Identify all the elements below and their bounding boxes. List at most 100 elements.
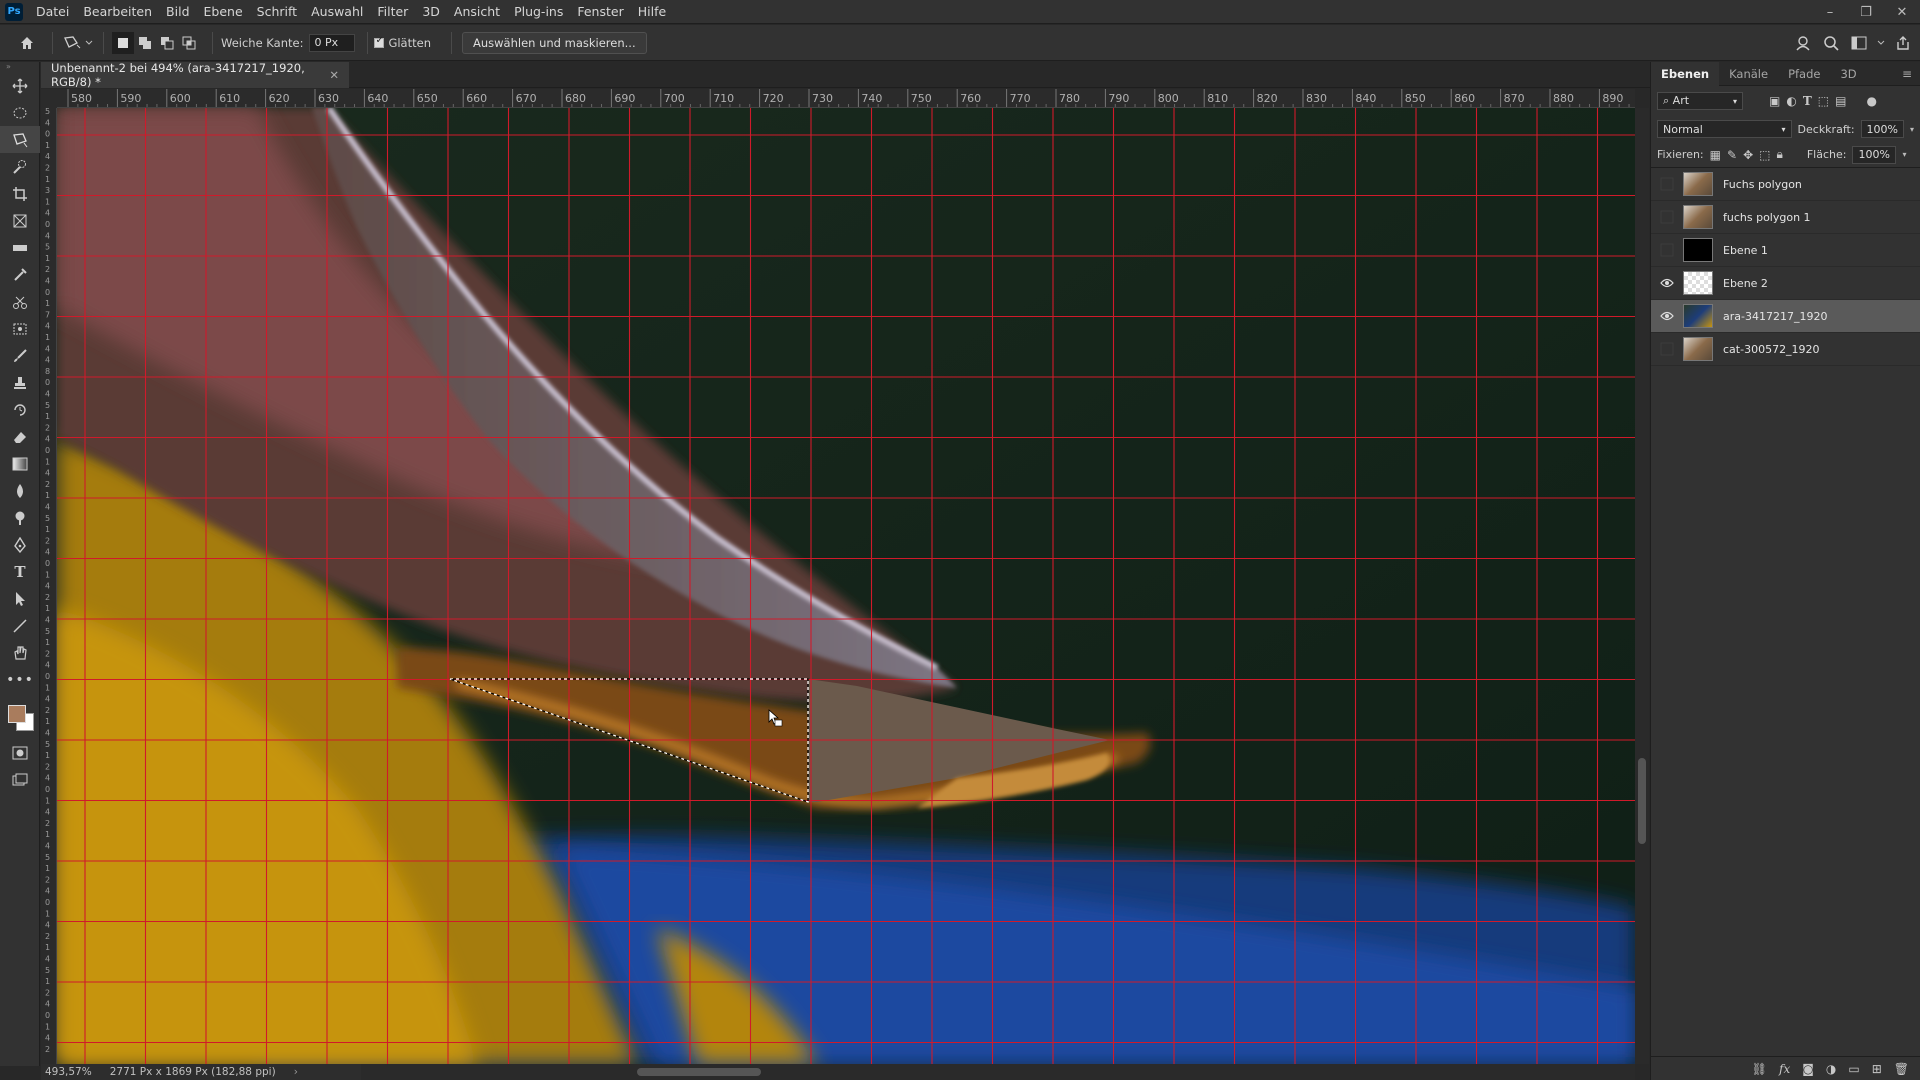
horizontal-scroll-thumb[interactable] (637, 1068, 761, 1076)
new-layer-icon[interactable]: ⊞ (1872, 1062, 1882, 1076)
tab-paths[interactable]: Pfade (1778, 62, 1830, 86)
chevron-down-icon[interactable] (1876, 32, 1886, 54)
eraser-tool-icon[interactable] (0, 423, 40, 450)
lock-pixels-icon[interactable]: ✎ (1727, 148, 1737, 162)
menu-filter[interactable]: Filter (370, 0, 415, 24)
add-mask-icon[interactable]: ◙ (1802, 1062, 1814, 1076)
healing-brush-tool-icon[interactable] (0, 288, 40, 315)
blur-tool-icon[interactable] (0, 477, 40, 504)
menu-auswahl[interactable]: Auswahl (304, 0, 370, 24)
filter-smart-object-icon[interactable]: ▤ (1835, 94, 1846, 108)
more-tools-icon[interactable]: ••• (0, 666, 40, 693)
restore-icon[interactable]: ❐ (1848, 0, 1884, 24)
history-brush-tool-icon[interactable] (0, 396, 40, 423)
layer-filter-select[interactable]: ⌕ Art ▾ (1657, 92, 1743, 110)
eye-hidden-icon[interactable] (1659, 209, 1675, 225)
filter-adjustment-icon[interactable]: ◐ (1786, 94, 1796, 108)
ruler-tool-icon[interactable] (0, 234, 40, 261)
layer-row[interactable]: cat-300572_1920 (1651, 333, 1920, 366)
menu-fenster[interactable]: Fenster (570, 0, 630, 24)
polygonal-lasso-preset-icon[interactable] (61, 32, 83, 54)
lock-transparency-icon[interactable]: ▦ (1710, 148, 1721, 162)
type-tool-icon[interactable]: T (0, 558, 40, 585)
patch-tool-icon[interactable] (0, 315, 40, 342)
zoom-level[interactable]: 493,57% (45, 1066, 92, 1078)
menu-bild[interactable]: Bild (159, 0, 196, 24)
color-swatches[interactable] (0, 693, 40, 739)
menu-3d[interactable]: 3D (415, 0, 447, 24)
brush-tool-icon[interactable] (0, 342, 40, 369)
polygonal-lasso-tool-icon[interactable] (0, 126, 40, 153)
menu-datei[interactable]: Datei (29, 0, 76, 24)
eye-hidden-icon[interactable] (1659, 341, 1675, 357)
clone-stamp-tool-icon[interactable] (0, 369, 40, 396)
menu-hilfe[interactable]: Hilfe (631, 0, 673, 24)
antialias-checkbox[interactable] (374, 35, 385, 48)
eye-icon[interactable] (1659, 308, 1675, 324)
quick-mask-icon[interactable] (0, 739, 40, 766)
filter-pixel-icon[interactable]: ▣ (1769, 94, 1780, 108)
link-layers-icon[interactable]: ⛓︎ (1752, 1062, 1767, 1076)
close-tab-icon[interactable]: ✕ (329, 68, 339, 82)
collapse-handle-icon[interactable]: » (0, 62, 39, 72)
select-and-mask-button[interactable]: Auswählen und maskieren... (462, 31, 647, 54)
subtract-selection-icon[interactable] (156, 32, 178, 54)
layer-row[interactable]: Ebene 2 (1651, 267, 1920, 300)
add-selection-icon[interactable] (134, 32, 156, 54)
blend-mode-select[interactable]: Normal ▾ (1657, 120, 1792, 138)
chevron-down-icon[interactable] (83, 32, 95, 54)
new-group-icon[interactable]: ▭ (1848, 1062, 1859, 1076)
status-arrow-icon[interactable]: › (294, 1066, 298, 1078)
opacity-input[interactable]: 100% (1860, 120, 1904, 138)
menu-plug-ins[interactable]: Plug-ins (507, 0, 570, 24)
layer-row[interactable]: ara-3417217_1920 (1651, 300, 1920, 333)
eye-hidden-icon[interactable] (1659, 176, 1675, 192)
search-icon[interactable] (1820, 32, 1842, 54)
fill-input[interactable]: 100% (1852, 145, 1897, 164)
move-tool-icon[interactable] (0, 72, 40, 99)
intersect-selection-icon[interactable] (178, 32, 200, 54)
layer-row[interactable]: Fuchs polygon (1651, 168, 1920, 201)
new-selection-icon[interactable] (112, 31, 134, 54)
crop-tool-icon[interactable] (0, 180, 40, 207)
filter-shape-icon[interactable]: ⬚ (1818, 94, 1829, 108)
eye-icon[interactable] (1659, 275, 1675, 291)
eyedropper-tool-icon[interactable] (0, 261, 40, 288)
feather-input[interactable] (309, 33, 356, 52)
chevron-down-icon[interactable]: ▾ (1902, 150, 1906, 159)
layer-style-icon[interactable]: fx (1779, 1062, 1790, 1076)
frame-tool-icon[interactable] (0, 207, 40, 234)
foreground-color[interactable] (8, 705, 26, 723)
lock-all-icon[interactable]: 🔒︎ (1776, 147, 1782, 162)
chevron-down-icon[interactable]: ▾ (1910, 125, 1914, 134)
hand-tool-icon[interactable] (0, 639, 40, 666)
close-icon[interactable]: ✕ (1884, 0, 1920, 24)
filter-toggle-icon[interactable]: ● (1866, 94, 1876, 108)
quick-selection-tool-icon[interactable] (0, 153, 40, 180)
vertical-scroll-thumb[interactable] (1638, 758, 1646, 844)
panel-menu-icon[interactable]: ≡ (1902, 67, 1920, 81)
menu-ebene[interactable]: Ebene (197, 0, 250, 24)
image-canvas[interactable] (57, 108, 1635, 1064)
screen-mode-icon[interactable] (0, 766, 40, 793)
tab-3d[interactable]: 3D (1830, 62, 1866, 86)
share-user-icon[interactable] (1792, 32, 1814, 54)
menu-ansicht[interactable]: Ansicht (447, 0, 507, 24)
menu-schrift[interactable]: Schrift (250, 0, 304, 24)
menu-bearbeiten[interactable]: Bearbeiten (76, 0, 159, 24)
gradient-tool-icon[interactable] (0, 450, 40, 477)
layer-row[interactable]: Ebene 1 (1651, 234, 1920, 267)
pen-tool-icon[interactable] (0, 531, 40, 558)
document-tab[interactable]: Unbenannt-2 bei 494% (ara-3417217_1920, … (41, 61, 349, 89)
layer-row[interactable]: fuchs polygon 1 (1651, 201, 1920, 234)
filter-type-icon[interactable]: T (1803, 94, 1812, 108)
minimize-icon[interactable]: – (1812, 0, 1848, 24)
lock-artboard-icon[interactable]: ⬚ (1759, 148, 1770, 162)
line-tool-icon[interactable] (0, 612, 40, 639)
dodge-tool-icon[interactable] (0, 504, 40, 531)
tab-channels[interactable]: Kanäle (1719, 62, 1778, 86)
eye-hidden-icon[interactable] (1659, 242, 1675, 258)
workspace-icon[interactable] (1848, 32, 1870, 54)
delete-layer-icon[interactable]: 🗑︎ (1894, 1062, 1909, 1076)
home-icon[interactable] (16, 32, 38, 54)
